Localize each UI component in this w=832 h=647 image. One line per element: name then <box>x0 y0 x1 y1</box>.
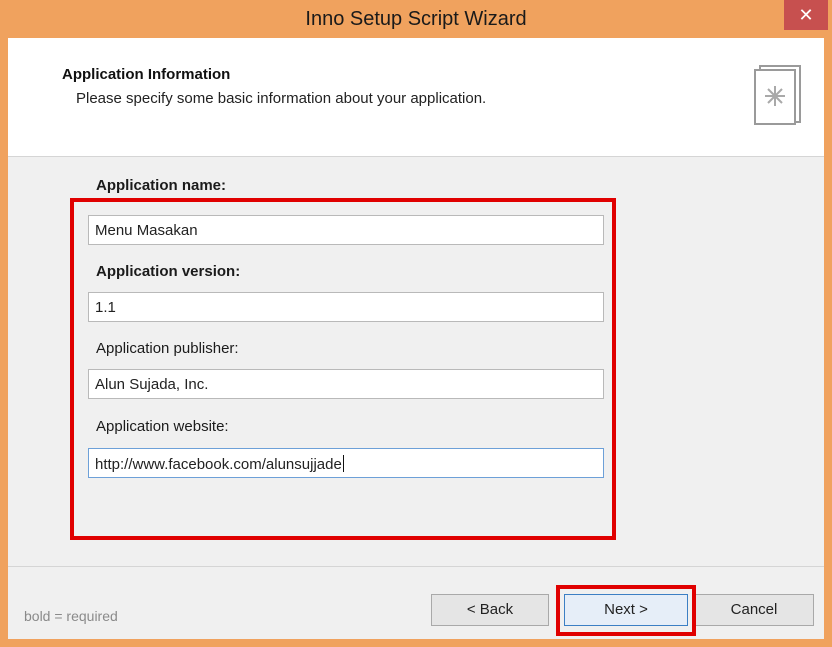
wizard-client-area: Application Information Please specify s… <box>8 38 824 639</box>
wizard-header: Application Information Please specify s… <box>8 38 824 157</box>
title-bar[interactable]: Inno Setup Script Wizard ✕ <box>0 0 832 38</box>
required-note: bold = required <box>24 608 118 624</box>
footer-divider <box>8 566 824 567</box>
wizard-window: Inno Setup Script Wizard ✕ Application I… <box>0 0 832 647</box>
back-button[interactable]: < Back <box>431 594 549 626</box>
cancel-button[interactable]: Cancel <box>694 594 814 626</box>
app-name-label: Application name: <box>96 177 227 194</box>
form-highlight-box <box>70 198 616 540</box>
window-title: Inno Setup Script Wizard <box>305 8 527 30</box>
next-highlight-box <box>556 585 696 636</box>
close-button[interactable]: ✕ <box>784 0 828 30</box>
page-title: Application Information <box>62 66 231 83</box>
wizard-page-icon <box>754 65 801 125</box>
close-icon: ✕ <box>798 5 814 25</box>
page-subtitle: Please specify some basic information ab… <box>76 90 487 107</box>
